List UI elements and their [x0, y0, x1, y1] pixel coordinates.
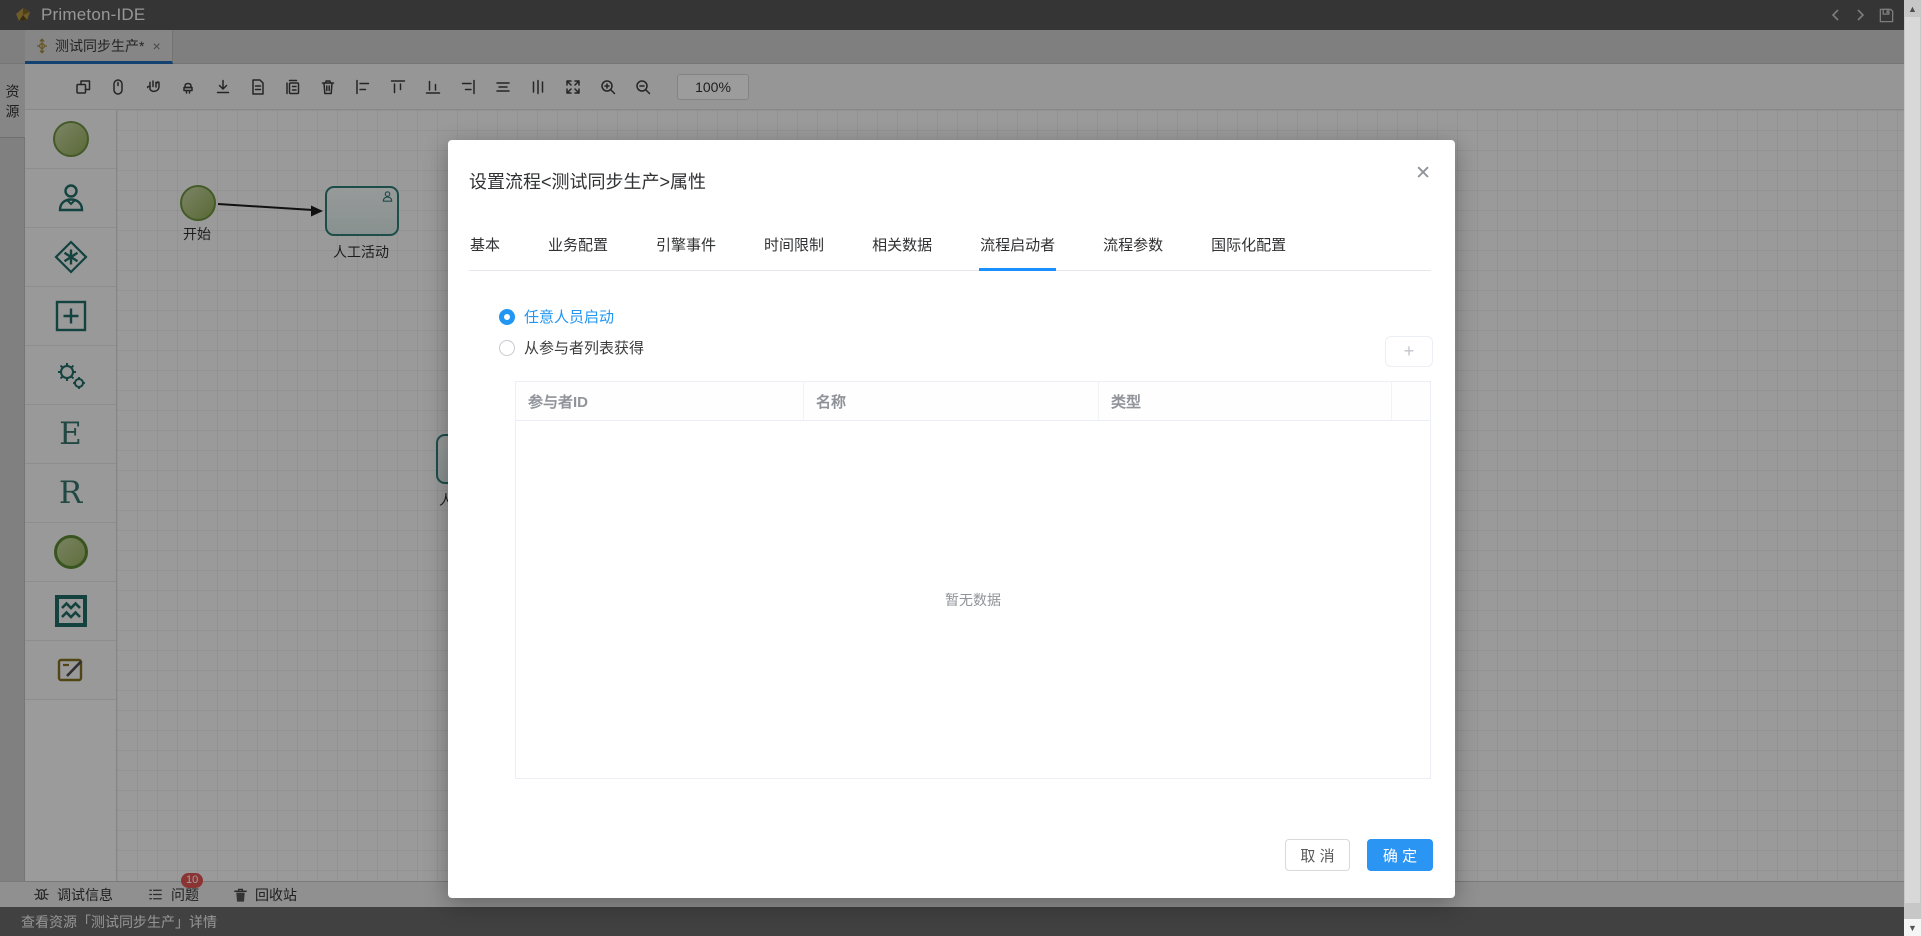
dialog-footer: 取 消 确 定: [1285, 839, 1433, 871]
col-participant-id: 参与者ID: [516, 382, 804, 420]
dialog-close-icon[interactable]: ✕: [1415, 164, 1431, 183]
col-name: 名称: [804, 382, 1099, 420]
tab-process-params[interactable]: 流程参数: [1102, 234, 1164, 270]
confirm-button[interactable]: 确 定: [1367, 839, 1433, 871]
participants-table: 参与者ID 名称 类型 暂无数据: [515, 381, 1431, 779]
vertical-scrollbar[interactable]: ▲ ▼: [1904, 0, 1921, 936]
radio-any-person-label: 任意人员启动: [524, 306, 614, 327]
radio-from-participants-label: 从参与者列表获得: [524, 337, 644, 358]
radio-selected-icon[interactable]: [499, 309, 515, 325]
application-window: Primeton-IDE 测试同步生产* × 资源: [0, 0, 1921, 936]
tab-process-starter[interactable]: 流程启动者: [979, 234, 1056, 270]
scroll-up-icon[interactable]: ▲: [1904, 0, 1921, 17]
tab-basic[interactable]: 基本: [469, 234, 501, 270]
tab-business-config[interactable]: 业务配置: [547, 234, 609, 270]
col-type: 类型: [1099, 382, 1392, 420]
scroll-down-icon[interactable]: ▼: [1904, 919, 1921, 936]
col-actions: [1392, 382, 1430, 420]
scrollbar-thumb[interactable]: [1905, 17, 1920, 903]
tab-related-data[interactable]: 相关数据: [871, 234, 933, 270]
radio-any-person[interactable]: 任意人员启动: [499, 306, 614, 327]
dialog-tab-bar: 基本 业务配置 引擎事件 时间限制 相关数据 流程启动者 流程参数 国际化配置: [469, 234, 1431, 271]
add-participant-button[interactable]: +: [1385, 336, 1433, 367]
dialog-title: 设置流程<测试同步生产>属性: [469, 168, 706, 194]
radio-from-participants[interactable]: 从参与者列表获得: [499, 337, 644, 358]
table-header-row: 参与者ID 名称 类型: [516, 382, 1430, 421]
table-empty-state: 暂无数据: [516, 421, 1430, 778]
process-properties-dialog: 设置流程<测试同步生产>属性 ✕ 基本 业务配置 引擎事件 时间限制 相关数据 …: [448, 140, 1455, 898]
radio-unselected-icon[interactable]: [499, 340, 515, 356]
tab-i18n-config[interactable]: 国际化配置: [1210, 234, 1287, 270]
cancel-button[interactable]: 取 消: [1285, 839, 1350, 871]
tab-engine-events[interactable]: 引擎事件: [655, 234, 717, 270]
tab-time-limit[interactable]: 时间限制: [763, 234, 825, 270]
